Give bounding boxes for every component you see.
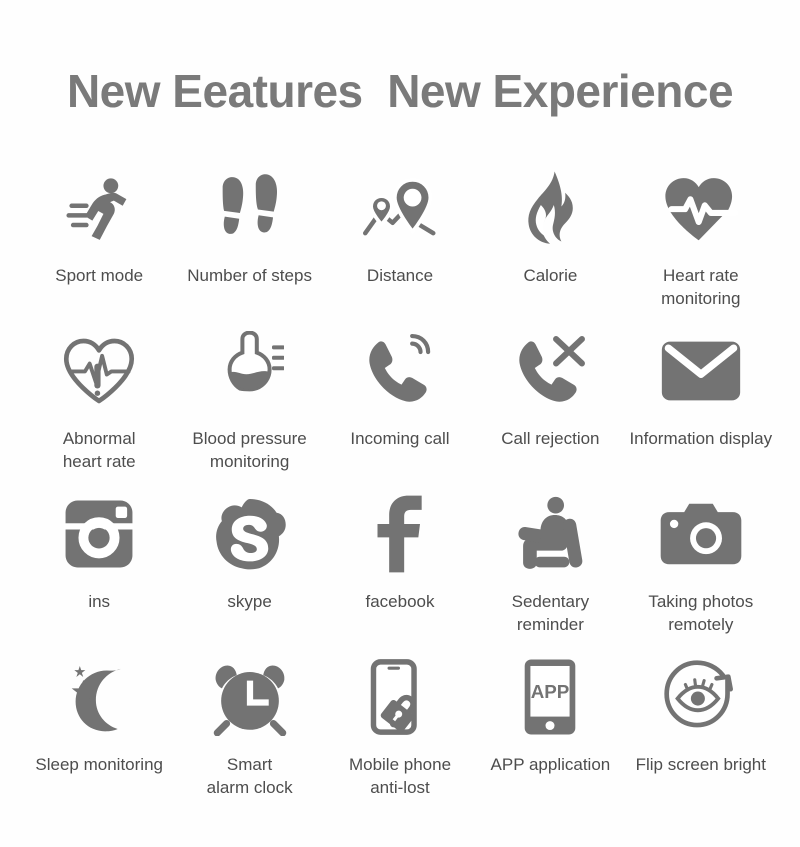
feature-label: APP application <box>490 755 611 774</box>
envelope-icon <box>655 329 747 413</box>
feature-label: Incoming call <box>350 429 450 448</box>
flame-icon <box>504 166 596 250</box>
feature-label: Calorie <box>523 266 578 285</box>
thermometer-icon <box>204 329 296 413</box>
feature-item-sedentary-reminder: Sedentary reminder <box>475 486 625 649</box>
skype-icon <box>204 492 296 576</box>
feature-item-mobile-phone-anti-lost: Mobile phone anti-lost <box>325 649 475 812</box>
phone-incoming-icon <box>354 329 446 413</box>
facebook-icon <box>354 492 446 576</box>
feature-item-taking-photos-remotely: Taking photos remotely <box>626 486 776 649</box>
feature-item-calorie: Calorie <box>475 160 625 323</box>
feature-label: Number of steps <box>187 266 312 285</box>
feature-label: Flip screen bright <box>635 755 766 774</box>
feature-label: Distance <box>366 266 434 285</box>
feature-item-abnormal-heart-rate: Abnormal heart rate <box>24 323 174 486</box>
running-person-icon <box>53 166 145 250</box>
feature-item-facebook: facebook <box>325 486 475 649</box>
feature-label: Sport mode <box>55 266 144 285</box>
feature-label: skype <box>227 592 272 611</box>
feature-item-incoming-call: Incoming call <box>325 323 475 486</box>
app-icon-text: APP <box>531 681 570 702</box>
feature-item-information-display: Information display <box>626 323 776 486</box>
feature-item-blood-pressure-monitoring: Blood pressure monitoring <box>174 323 324 486</box>
feature-label: Information display <box>629 429 773 448</box>
phone-reject-icon <box>504 329 596 413</box>
feature-label: Heart rate monitoring <box>661 266 741 308</box>
app-phone-icon: APP <box>504 655 596 739</box>
feature-item-app-application: APP APP application <box>475 649 625 812</box>
feature-item-number-of-steps: Number of steps <box>174 160 324 323</box>
footprints-icon <box>204 166 296 250</box>
feature-label: ins <box>88 592 111 611</box>
feature-label: Call rejection <box>501 429 600 448</box>
alarm-clock-icon <box>204 655 296 739</box>
feature-showcase-page: New Eeatures New Experience Sport mode N… <box>0 0 800 847</box>
heart-pulse-outline-alert-icon <box>53 329 145 413</box>
map-pin-route-icon <box>354 166 446 250</box>
sitting-person-icon <box>504 492 596 576</box>
feature-label: Mobile phone anti-lost <box>348 755 452 797</box>
heart-pulse-filled-icon <box>655 166 747 250</box>
feature-label: Smart alarm clock <box>206 755 293 797</box>
feature-label: Taking photos remotely <box>648 592 754 634</box>
page-title: New Eeatures New Experience <box>66 65 734 117</box>
feature-item-distance: Distance <box>325 160 475 323</box>
instagram-icon <box>53 492 145 576</box>
feature-label: facebook <box>365 592 435 611</box>
feature-item-sleep-monitoring: Sleep monitoring <box>24 649 174 812</box>
feature-item-flip-screen-bright: Flip screen bright <box>626 649 776 812</box>
feature-item-smart-alarm-clock: Smart alarm clock <box>174 649 324 812</box>
feature-label: Blood pressure monitoring <box>192 429 307 471</box>
feature-item-sport-mode: Sport mode <box>24 160 174 323</box>
feature-item-skype: skype <box>174 486 324 649</box>
feature-label: Sleep monitoring <box>35 755 163 774</box>
feature-grid: Sport mode Number of steps Distance Calo… <box>24 160 776 812</box>
feature-item-ins: ins <box>24 486 174 649</box>
phone-lock-icon <box>354 655 446 739</box>
feature-item-heart-rate-monitoring: Heart rate monitoring <box>626 160 776 323</box>
feature-label: Abnormal heart rate <box>62 429 136 471</box>
moon-stars-icon <box>53 655 145 739</box>
camera-icon <box>655 492 747 576</box>
feature-item-call-rejection: Call rejection <box>475 323 625 486</box>
eye-rotate-icon <box>655 655 747 739</box>
feature-label: Sedentary reminder <box>511 592 590 634</box>
